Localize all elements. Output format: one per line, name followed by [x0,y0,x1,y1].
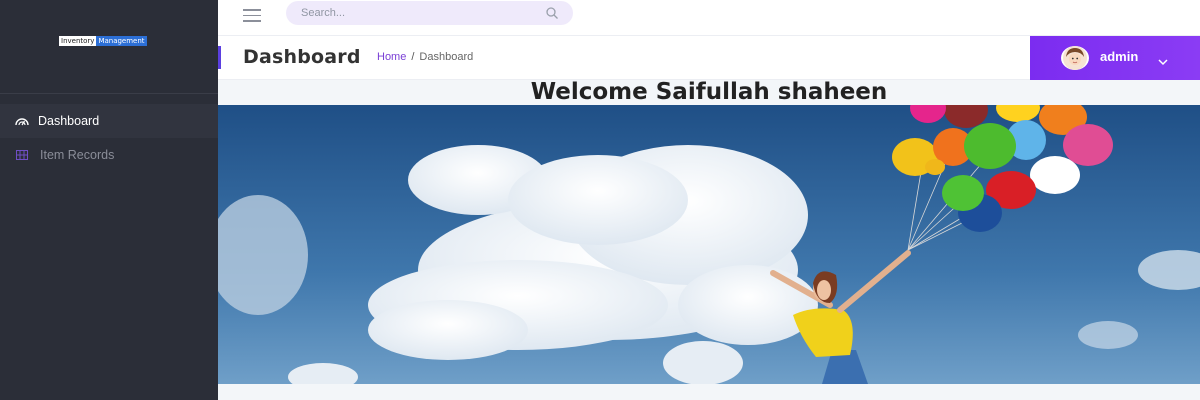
breadcrumb-home-link[interactable]: Home [377,51,406,63]
breadcrumb-current: Dashboard [419,51,474,63]
sidebar-brand: Inventory Management [0,0,218,94]
welcome-user-name: Saifullah shaheen [655,79,888,105]
sidebar-item-dashboard[interactable]: Dashboard [0,104,218,138]
user-menu[interactable]: admin [1030,36,1200,80]
app-logo[interactable]: Inventory Management [59,36,147,46]
welcome-heading: Welcome Saifullah shaheen [218,80,1200,105]
sidebar-nav: Dashboard Item Records [0,104,218,172]
content-footer-strip [218,384,1200,400]
sidebar: Inventory Management Dashboard Item Recor… [0,0,218,400]
sidebar-item-item-records[interactable]: Item Records [0,138,218,172]
search-box [286,1,573,25]
page-header: Dashboard Home / Dashboard admin [218,36,1200,80]
logo-word-inventory: Inventory [59,36,97,46]
avatar [1061,46,1089,70]
sidebar-item-label: Dashboard [38,114,100,128]
search-input[interactable] [301,1,531,25]
sidebar-item-label: Item Records [40,148,115,162]
hamburger-icon[interactable] [243,9,261,23]
breadcrumb: Home / Dashboard [377,51,473,63]
grid-table-icon [14,147,30,163]
logo-word-management: Management [96,36,147,46]
chevron-down-icon [1158,53,1168,66]
user-name: admin [1100,49,1139,64]
breadcrumb-separator: / [411,51,415,63]
top-bar [218,0,1200,36]
search-icon[interactable] [545,6,559,20]
welcome-banner-image [218,105,1200,384]
header-accent-bar [218,46,221,69]
page-title: Dashboard [243,46,361,68]
welcome-prefix: Welcome [530,79,656,105]
dashboard-gauge-icon [14,113,30,129]
